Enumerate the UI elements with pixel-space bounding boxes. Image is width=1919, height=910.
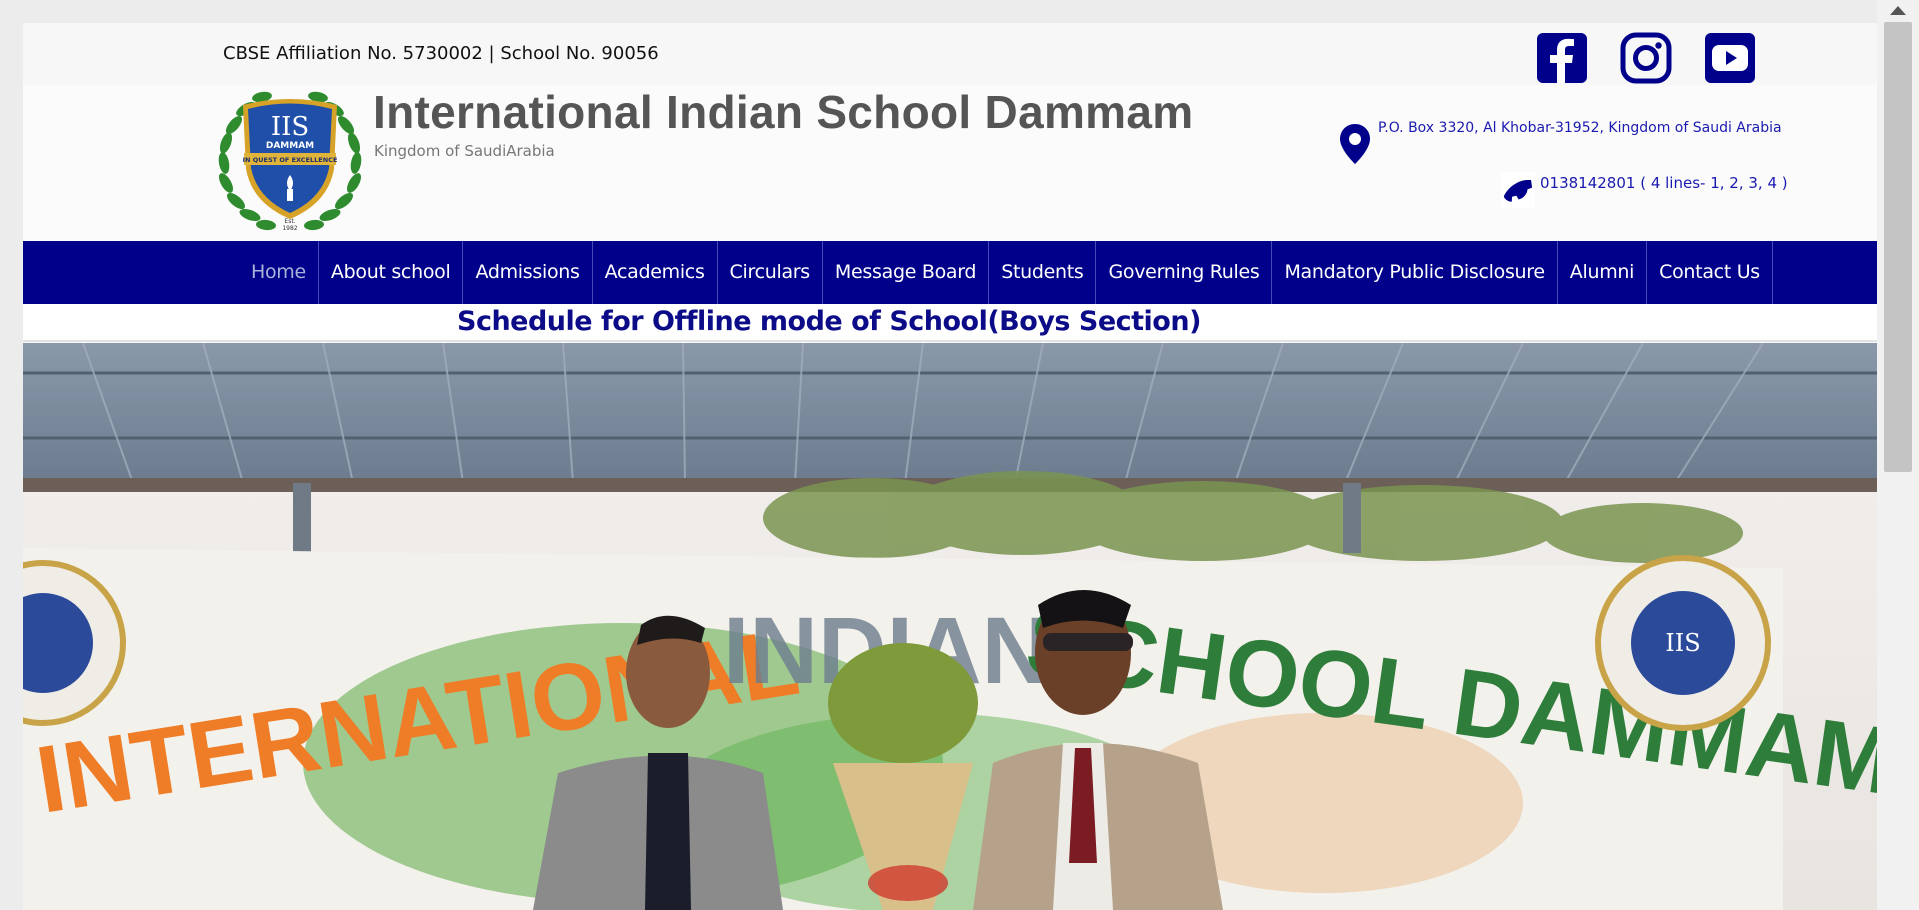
page: CBSE Affiliation No. 5730002 | School No… — [23, 23, 1877, 910]
svg-text:1982: 1982 — [282, 225, 297, 232]
announcement-link[interactable]: Schedule for Offline mode of School(Boys… — [457, 306, 1201, 337]
announcement-bar: Schedule for Offline mode of School(Boys… — [23, 304, 1877, 342]
nav-item-circulars[interactable]: Circulars — [718, 241, 823, 304]
school-title: International Indian School Dammam — [373, 86, 1194, 138]
nav-item-students[interactable]: Students — [989, 241, 1097, 304]
nav-menu: Home About school Admissions Academics Circu… — [223, 241, 1773, 304]
nav-item-alumni[interactable]: Alumni — [1558, 241, 1648, 304]
phone-text: 0138142801 ( 4 lines- 1, 2, 3, 4 ) — [1540, 174, 1788, 192]
svg-text:DAMMAM: DAMMAM — [266, 141, 314, 151]
nav-item-message-board[interactable]: Message Board — [823, 241, 990, 304]
svg-text:IIS: IIS — [271, 112, 309, 142]
nav-item-academics[interactable]: Academics — [593, 241, 718, 304]
hero-slider[interactable]: INTERNATIONAL INDIAN SCHOOL DAMMAM IIS — [23, 343, 1877, 910]
affiliation-text: CBSE Affiliation No. 5730002 | School No… — [223, 43, 659, 64]
school-subtitle: Kingdom of SaudiArabia — [374, 142, 555, 160]
nav-item-contact-us[interactable]: Contact Us — [1647, 241, 1773, 304]
nav-item-home[interactable]: Home — [223, 241, 319, 304]
nav-item-governing-rules[interactable]: Governing Rules — [1096, 241, 1273, 304]
address-text: P.O. Box 3320, Al Khobar-31952, Kingdom … — [1378, 120, 1782, 136]
nav-item-mandatory-public-disclosure[interactable]: Mandatory Public Disclosure — [1272, 241, 1558, 304]
hero-photo: INTERNATIONAL INDIAN SCHOOL DAMMAM IIS — [23, 343, 1877, 910]
phone-icon — [1501, 172, 1535, 208]
instagram-icon — [1620, 32, 1672, 84]
facebook-icon — [1537, 33, 1587, 83]
instagram-link[interactable] — [1620, 32, 1672, 84]
map-marker-icon — [1338, 122, 1372, 166]
school-logo[interactable]: IN QUEST OF EXCELLENCE IIS DAMMAM Est. 1… — [210, 85, 370, 235]
youtube-link[interactable] — [1704, 32, 1756, 84]
svg-text:IN QUEST OF EXCELLENCE: IN QUEST OF EXCELLENCE — [243, 156, 338, 164]
top-bar: CBSE Affiliation No. 5730002 | School No… — [23, 23, 1877, 85]
svg-text:IIS: IIS — [1665, 629, 1700, 657]
scroll-up-arrow-icon[interactable] — [1890, 6, 1906, 15]
scroll-thumb[interactable] — [1884, 22, 1912, 472]
svg-text:Est.: Est. — [284, 218, 295, 225]
nav-item-about-school[interactable]: About school — [319, 241, 464, 304]
nav-item-admissions[interactable]: Admissions — [463, 241, 593, 304]
main-nav: Home About school Admissions Academics Circu… — [23, 241, 1877, 304]
facebook-link[interactable] — [1536, 32, 1588, 84]
vertical-scrollbar[interactable] — [1877, 0, 1919, 910]
site-header: IN QUEST OF EXCELLENCE IIS DAMMAM Est. 1… — [23, 85, 1877, 241]
youtube-icon — [1705, 33, 1755, 83]
school-crest-icon: IN QUEST OF EXCELLENCE IIS DAMMAM Est. 1… — [218, 91, 362, 232]
